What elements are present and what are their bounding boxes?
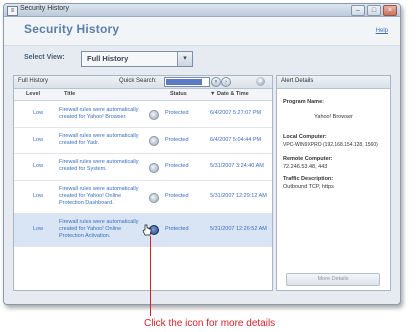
row-level: Low [32, 163, 44, 169]
history-panel: Full History Quick Search: × › ⚙ Level T… [13, 75, 273, 291]
table-row[interactable]: Low Firewall rules were automatically cr… [14, 154, 272, 181]
remote-computer-value: 72.246.53.48, 443 [283, 164, 328, 170]
search-icon[interactable]: › [221, 77, 231, 87]
program-name-label: Program Name: [283, 99, 324, 105]
row-level: Low [32, 226, 44, 232]
maximize-button[interactable]: □ [367, 5, 381, 16]
clear-search-icon[interactable]: × [211, 77, 221, 87]
row-date: 6/4/2007 5:27:07 PM [210, 110, 262, 116]
row-date: 5/31/2007 3:24:40 AM [210, 163, 264, 169]
minimize-button[interactable]: – [351, 5, 365, 16]
help-link[interactable]: Help [376, 28, 388, 34]
column-date-time[interactable]: ▼ Date & Time [210, 91, 249, 97]
row-status: Protected [165, 110, 189, 116]
row-title[interactable]: Firewall rules were automatically create… [59, 186, 141, 207]
page-title: Security History [24, 22, 120, 36]
page-header: Security History Help [4, 17, 400, 46]
row-title[interactable]: Firewall rules were automatically create… [59, 107, 141, 121]
details-icon[interactable] [149, 136, 159, 146]
quick-search-label: Quick Search: [119, 78, 157, 84]
more-details-button[interactable]: More Details [286, 273, 380, 286]
column-header: Level Title Status ▼ Date & Time [14, 89, 272, 101]
history-panel-header: Full History Quick Search: × › ⚙ [14, 76, 272, 89]
quick-search-selection [166, 79, 202, 85]
table-row[interactable]: Low Firewall rules were automatically cr… [14, 128, 272, 154]
row-level: Low [32, 193, 44, 199]
row-date: 6/4/2007 5:04:44 PM [210, 137, 262, 143]
alert-details-header: Alert Details [277, 76, 390, 89]
row-title[interactable]: Firewall rules were automatically create… [59, 133, 141, 147]
close-button[interactable]: × [383, 5, 397, 16]
local-computer-label: Local Computer: [283, 134, 327, 140]
system-menu-icon[interactable]: ≡ [7, 6, 18, 16]
table-row[interactable]: Low Firewall rules were automatically cr… [14, 181, 272, 214]
row-status: Protected [165, 226, 189, 232]
chevron-down-icon[interactable]: ▾ [177, 52, 192, 66]
view-select-value: Full History [87, 54, 129, 63]
local-computer-value: VPC-WIN9XPRO (192.168.154.128, 1560) [283, 142, 378, 148]
remote-computer-label: Remote Computer: [283, 156, 333, 162]
column-title[interactable]: Title [64, 91, 75, 97]
row-level: Low [32, 137, 44, 143]
options-icon[interactable]: ⚙ [256, 77, 265, 86]
callout-line [150, 236, 151, 316]
row-status: Protected [165, 137, 189, 143]
window-title: Security History [20, 5, 70, 12]
row-date: 5/31/2007 12:29:12 AM [210, 193, 267, 199]
view-bar: Select View: Full History ▾ [13, 48, 391, 69]
traffic-description-label: Traffic Description: [283, 176, 334, 182]
details-icon[interactable] [149, 110, 159, 120]
details-icon[interactable] [149, 193, 159, 203]
security-history-window: ≡ Security History – □ × Security Histor… [3, 3, 401, 305]
alert-details-panel: Alert Details Program Name: Yahoo! Brows… [276, 75, 391, 291]
row-level: Low [32, 110, 44, 116]
row-status: Protected [165, 193, 189, 199]
row-status: Protected [165, 163, 189, 169]
callout-text: Click the icon for more details [144, 318, 276, 329]
row-title[interactable]: Firewall rules were automatically create… [59, 159, 141, 173]
column-status[interactable]: Status [170, 91, 187, 97]
program-name-value: Yahoo! Browser [314, 114, 353, 120]
table-row[interactable]: Low Firewall rules were automatically cr… [14, 101, 272, 128]
title-bar[interactable]: ≡ Security History – □ × [4, 4, 400, 17]
row-title[interactable]: Firewall rules were automatically create… [59, 219, 141, 240]
column-level[interactable]: Level [26, 91, 40, 97]
row-date: 5/31/2007 12:26:52 AM [210, 226, 267, 232]
quick-search-input[interactable] [164, 77, 210, 87]
hand-cursor-icon [142, 224, 152, 236]
alert-details-title: Alert Details [281, 78, 314, 84]
select-view-label: Select View: [24, 54, 65, 61]
history-panel-title: Full History [18, 78, 49, 84]
traffic-description-value: Outbound TCP, https [283, 184, 334, 190]
details-icon[interactable] [149, 163, 159, 173]
view-select[interactable]: Full History ▾ [81, 51, 193, 67]
